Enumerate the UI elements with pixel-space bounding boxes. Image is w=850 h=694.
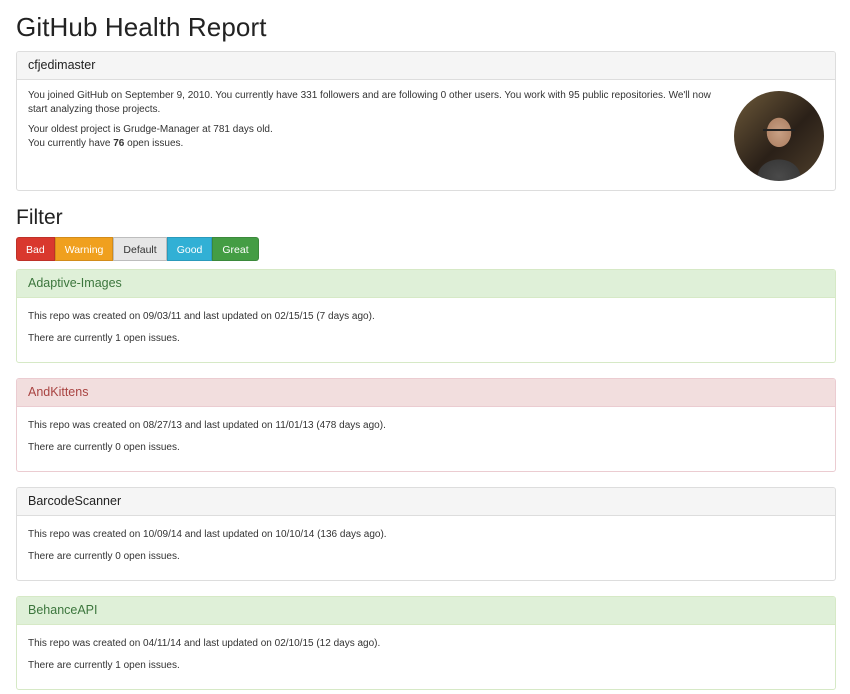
repo-name: BarcodeScanner	[17, 488, 835, 516]
profile-username: cfjedimaster	[17, 52, 835, 80]
repo-created: This repo was created on 08/27/13 and la…	[28, 420, 386, 431]
profile-oldest-project: Your oldest project is Grudge-Manager at…	[28, 124, 273, 135]
repo-body: This repo was created on 04/11/14 and la…	[17, 625, 835, 689]
repo-panel: BehanceAPI This repo was created on 04/1…	[16, 596, 836, 690]
filter-great-button[interactable]: Great	[212, 237, 259, 261]
issues-count: 76	[113, 138, 125, 149]
issues-prefix: You currently have	[28, 138, 114, 149]
profile-open-issues: You currently have 76 open issues.	[28, 137, 725, 151]
filter-title: Filter	[16, 206, 63, 229]
repo-panel: AndKittens This repo was created on 08/2…	[16, 378, 836, 472]
repo-name: AndKittens	[17, 379, 835, 407]
repo-issues: There are currently 1 open issues.	[28, 660, 180, 671]
issues-suffix: open issues.	[124, 138, 184, 149]
avatar	[734, 91, 824, 181]
repo-created: This repo was created on 04/11/14 and la…	[28, 638, 381, 649]
repo-created: This repo was created on 09/03/11 and la…	[28, 311, 375, 322]
repo-issues: There are currently 0 open issues.	[28, 442, 180, 453]
repo-body: This repo was created on 08/27/13 and la…	[17, 407, 835, 471]
page-title: GitHub Health Report	[16, 12, 267, 42]
repo-issues: There are currently 0 open issues.	[28, 551, 180, 562]
profile-body: You joined GitHub on September 9, 2010. …	[17, 80, 835, 181]
repo-body: This repo was created on 09/03/11 and la…	[17, 298, 835, 362]
filter-good-button[interactable]: Good	[166, 237, 213, 261]
filter-warning-button[interactable]: Warning	[54, 237, 114, 261]
filter-default-button[interactable]: Default	[113, 237, 167, 261]
repo-created: This repo was created on 10/09/14 and la…	[28, 529, 387, 540]
profile-intro: You joined GitHub on September 9, 2010. …	[28, 90, 711, 115]
avatar-glasses	[763, 129, 795, 139]
filter-bad-button[interactable]: Bad	[16, 237, 55, 261]
filter-button-group: Bad Warning Default Good Great	[16, 237, 259, 261]
repo-name: BehanceAPI	[17, 597, 835, 625]
profile-panel: cfjedimaster You joined GitHub on Septem…	[16, 51, 836, 191]
repo-name: Adaptive-Images	[17, 270, 835, 298]
repo-body: This repo was created on 10/09/14 and la…	[17, 516, 835, 580]
repo-issues: There are currently 1 open issues.	[28, 333, 180, 344]
repo-panel: Adaptive-Images This repo was created on…	[16, 269, 836, 363]
repo-panel: BarcodeScanner This repo was created on …	[16, 487, 836, 581]
